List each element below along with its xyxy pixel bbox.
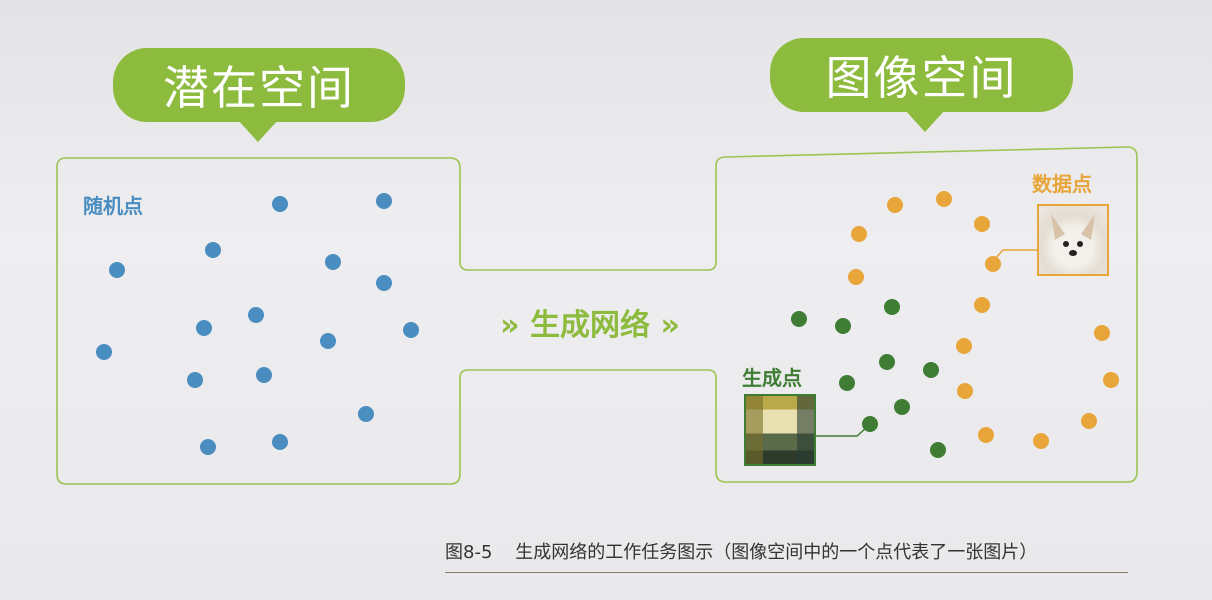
image-space-bubble: 图像空间	[770, 38, 1073, 112]
data-point	[974, 297, 990, 313]
dog-image-thumbnail	[1037, 204, 1109, 276]
generated-point	[879, 354, 895, 370]
random-point	[200, 439, 216, 455]
random-point	[187, 372, 203, 388]
random-points	[96, 193, 419, 455]
random-point	[256, 367, 272, 383]
data-point	[1033, 433, 1049, 449]
random-point	[403, 322, 419, 338]
figure-caption: 图8-5 生成网络的工作任务图示（图像空间中的一个点代表了一张图片）	[445, 538, 1037, 564]
caption-text: 生成网络的工作任务图示（图像空间中的一个点代表了一张图片）	[515, 542, 1038, 563]
generated-point	[884, 299, 900, 315]
random-point	[205, 242, 221, 258]
data-point	[978, 427, 994, 443]
latent-space-bubble: 潜在空间	[113, 48, 405, 122]
caption-divider	[445, 572, 1128, 573]
data-point	[957, 383, 973, 399]
data-points-label: 数据点	[1032, 172, 1092, 196]
data-point	[851, 226, 867, 242]
generator-network-label: » 生成网络 »	[462, 300, 718, 344]
network-label-text: 生成网络	[530, 308, 650, 343]
generated-point	[930, 442, 946, 458]
double-chevron-icon: »	[660, 308, 680, 343]
data-point	[887, 197, 903, 213]
random-point	[248, 307, 264, 323]
random-point	[358, 406, 374, 422]
generated-point	[839, 375, 855, 391]
generated-point	[791, 311, 807, 327]
generated-point	[923, 362, 939, 378]
data-point	[1094, 325, 1110, 341]
bubble-tail-image	[905, 110, 945, 132]
generated-point	[835, 318, 851, 334]
data-point	[936, 191, 952, 207]
random-point	[272, 434, 288, 450]
double-chevron-icon: »	[500, 308, 520, 343]
random-point	[325, 254, 341, 270]
generated-connector-line	[816, 427, 867, 437]
data-point	[1081, 413, 1097, 429]
random-point	[196, 320, 212, 336]
data-connector-line	[994, 249, 1037, 260]
bubble-tail-latent	[238, 120, 278, 142]
random-point	[96, 344, 112, 360]
data-point	[956, 338, 972, 354]
random-point	[320, 333, 336, 349]
data-point	[848, 269, 864, 285]
random-point	[109, 262, 125, 278]
random-points-label: 随机点	[83, 194, 143, 218]
figure-number: 图8-5	[445, 542, 493, 563]
random-point	[272, 196, 288, 212]
data-point	[1103, 372, 1119, 388]
generated-points-label: 生成点	[742, 366, 802, 390]
generated-point	[894, 399, 910, 415]
random-point	[376, 275, 392, 291]
generated-image-thumbnail	[744, 394, 816, 466]
data-point	[985, 256, 1001, 272]
random-point	[376, 193, 392, 209]
dog-face-icon	[1051, 214, 1095, 256]
data-point	[974, 216, 990, 232]
